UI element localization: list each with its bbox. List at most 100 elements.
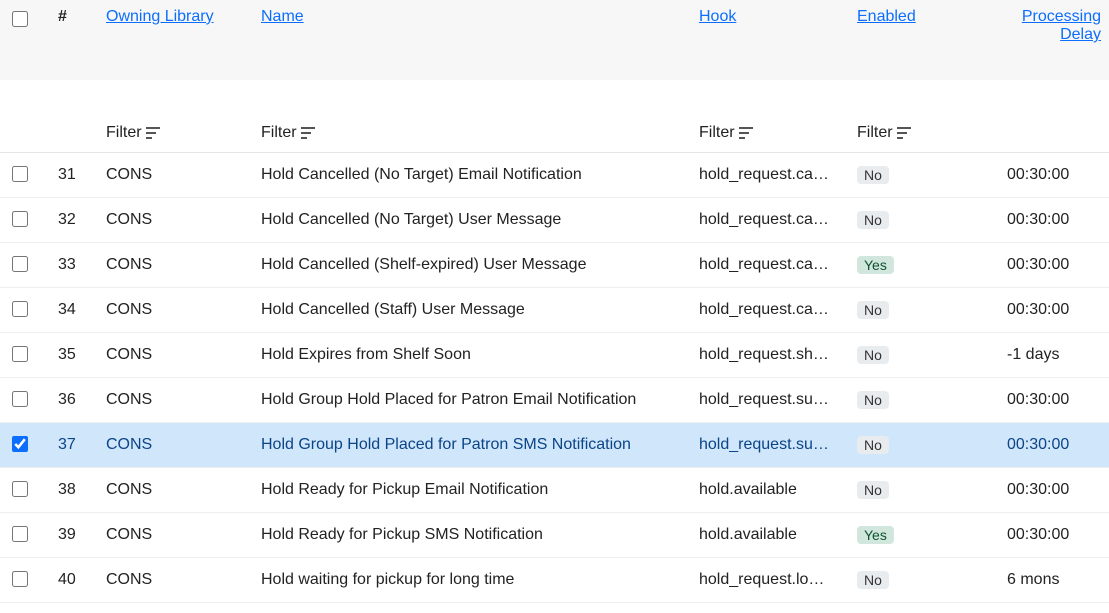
cell-processing-delay: 00:30:00 [999,423,1109,468]
select-all-header [0,0,50,80]
row-checkbox[interactable] [12,346,28,362]
cell-hook: hold_request.su… [691,378,849,423]
cell-enabled: No [849,153,999,198]
column-row-number[interactable]: # [50,0,98,80]
enabled-no-badge: No [857,571,889,589]
column-owning-library[interactable]: Owning Library [98,0,253,80]
cell-processing-delay: 00:30:00 [999,288,1109,333]
cell-name: Hold waiting for pickup for long time [253,558,691,603]
enabled-no-badge: No [857,481,889,499]
owning-library-link[interactable]: Owning Library [106,8,214,26]
row-checkbox[interactable] [12,571,28,587]
select-all-checkbox[interactable] [12,11,28,27]
cell-processing-delay: 00:30:00 [999,153,1109,198]
cell-name: Hold Cancelled (No Target) User Message [253,198,691,243]
cell-name: Hold Cancelled (No Target) Email Notific… [253,153,691,198]
cell-owning-library: CONS [98,513,253,558]
filter-icon [897,127,911,139]
cell-hook: hold_request.lo… [691,558,849,603]
cell-owning-library: CONS [98,333,253,378]
cell-enabled: Yes [849,243,999,288]
cell-processing-delay: -1 days [999,333,1109,378]
cell-name: Hold Group Hold Placed for Patron SMS No… [253,423,691,468]
row-number: 39 [50,513,98,558]
cell-enabled: No [849,468,999,513]
cell-processing-delay: 00:30:00 [999,243,1109,288]
enabled-no-badge: No [857,436,889,454]
filter-hook[interactable]: Filter [699,124,753,142]
cell-processing-delay: 00:30:00 [999,513,1109,558]
filter-name[interactable]: Filter [261,124,315,142]
table-row[interactable]: 35CONSHold Expires from Shelf Soonhold_r… [0,333,1109,378]
row-checkbox[interactable] [12,301,28,317]
cell-enabled: No [849,558,999,603]
enabled-yes-badge: Yes [857,256,894,274]
processing-delay-link[interactable]: Processing Delay [1007,8,1101,44]
column-enabled[interactable]: Enabled [849,0,999,80]
enabled-yes-badge: Yes [857,526,894,544]
filter-row: Filter Filter Filter Filter [0,114,1109,153]
cell-name: Hold Group Hold Placed for Patron Email … [253,378,691,423]
cell-owning-library: CONS [98,423,253,468]
cell-name: Hold Cancelled (Shelf-expired) User Mess… [253,243,691,288]
row-checkbox[interactable] [12,256,28,272]
cell-name: Hold Expires from Shelf Soon [253,333,691,378]
cell-owning-library: CONS [98,243,253,288]
cell-owning-library: CONS [98,558,253,603]
row-number: 35 [50,333,98,378]
cell-name: Hold Cancelled (Staff) User Message [253,288,691,333]
table-row[interactable]: 34CONSHold Cancelled (Staff) User Messag… [0,288,1109,333]
column-hook[interactable]: Hook [691,0,849,80]
table-row[interactable]: 39CONSHold Ready for Pickup SMS Notifica… [0,513,1109,558]
row-number: 36 [50,378,98,423]
column-name[interactable]: Name [253,0,691,80]
column-processing-delay[interactable]: Processing Delay [999,0,1109,80]
filter-owning-library[interactable]: Filter [106,124,160,142]
row-checkbox[interactable] [12,436,28,452]
table-body: 31CONSHold Cancelled (No Target) Email N… [0,153,1109,603]
filter-icon [739,127,753,139]
row-number: 32 [50,198,98,243]
cell-enabled: No [849,288,999,333]
column-header-row: # Owning Library Name Hook Enabled Proce… [0,0,1109,80]
filter-icon [301,127,315,139]
enabled-no-badge: No [857,211,889,229]
cell-owning-library: CONS [98,378,253,423]
row-checkbox[interactable] [12,526,28,542]
name-link[interactable]: Name [261,8,304,26]
table-row[interactable]: 36CONSHold Group Hold Placed for Patron … [0,378,1109,423]
cell-owning-library: CONS [98,288,253,333]
row-checkbox[interactable] [12,481,28,497]
cell-hook: hold_request.ca… [691,198,849,243]
table-row[interactable]: 40CONSHold waiting for pickup for long t… [0,558,1109,603]
cell-enabled: No [849,378,999,423]
enabled-no-badge: No [857,301,889,319]
row-number: 34 [50,288,98,333]
row-checkbox[interactable] [12,391,28,407]
row-number: 38 [50,468,98,513]
enabled-no-badge: No [857,391,889,409]
table-row[interactable]: 37CONSHold Group Hold Placed for Patron … [0,423,1109,468]
cell-processing-delay: 6 mons [999,558,1109,603]
row-number: 33 [50,243,98,288]
hook-link[interactable]: Hook [699,8,736,26]
row-number: 37 [50,423,98,468]
cell-enabled: No [849,333,999,378]
cell-processing-delay: 00:30:00 [999,198,1109,243]
table-row[interactable]: 31CONSHold Cancelled (No Target) Email N… [0,153,1109,198]
table-row[interactable]: 32CONSHold Cancelled (No Target) User Me… [0,198,1109,243]
table-row[interactable]: 38CONSHold Ready for Pickup Email Notifi… [0,468,1109,513]
row-checkbox[interactable] [12,211,28,227]
cell-enabled: No [849,198,999,243]
cell-hook: hold_request.su… [691,423,849,468]
filter-icon [146,127,160,139]
row-number: 31 [50,153,98,198]
row-checkbox[interactable] [12,166,28,182]
enabled-link[interactable]: Enabled [857,8,916,26]
cell-name: Hold Ready for Pickup Email Notification [253,468,691,513]
filter-enabled[interactable]: Filter [857,124,911,142]
cell-owning-library: CONS [98,153,253,198]
cell-processing-delay: 00:30:00 [999,468,1109,513]
table-row[interactable]: 33CONSHold Cancelled (Shelf-expired) Use… [0,243,1109,288]
cell-hook: hold_request.ca… [691,153,849,198]
